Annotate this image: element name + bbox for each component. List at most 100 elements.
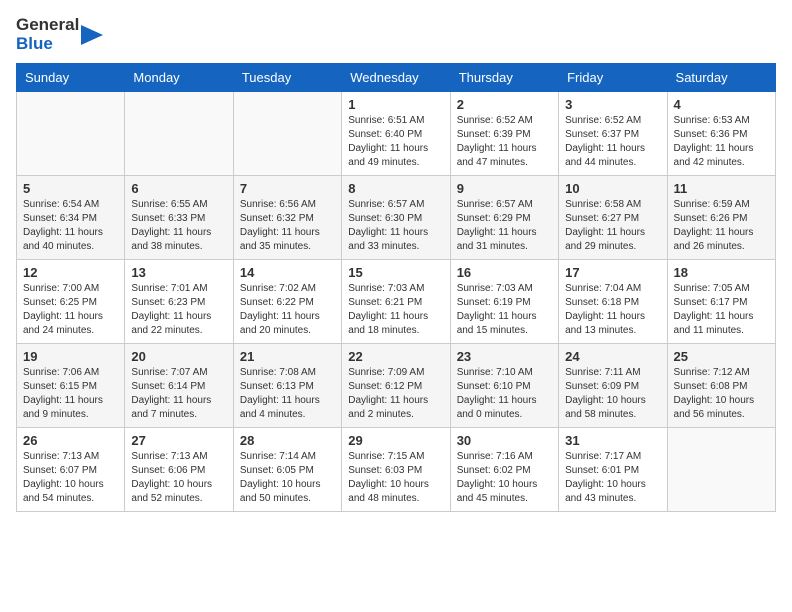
day-number: 26 (23, 433, 118, 448)
calendar-cell: 15Sunrise: 7:03 AM Sunset: 6:21 PM Dayli… (342, 260, 450, 344)
calendar-table: SundayMondayTuesdayWednesdayThursdayFrid… (16, 63, 776, 512)
day-info: Sunrise: 7:13 AM Sunset: 6:07 PM Dayligh… (23, 450, 118, 506)
day-info: Sunrise: 7:11 AM Sunset: 6:09 PM Dayligh… (565, 366, 660, 422)
weekday-header-saturday: Saturday (667, 64, 775, 92)
day-number: 11 (674, 181, 769, 196)
calendar-cell: 11 Sunrise: 6:59 AM Sunset: 6:26 PM Dayli… (667, 176, 775, 260)
calendar-cell: 28Sunrise: 7:14 AM Sunset: 6:05 PM Dayli… (233, 428, 341, 512)
weekday-header-monday: Monday (125, 64, 233, 92)
day-info: Sunrise: 6:58 AM Sunset: 6:27 PM Dayligh… (565, 198, 660, 254)
day-info: Sunrise: 7:14 AM Sunset: 6:05 PM Dayligh… (240, 450, 335, 506)
calendar-cell: 16 Sunrise: 7:03 AM Sunset: 6:19 PM Dayli… (450, 260, 558, 344)
day-number: 18 (674, 265, 769, 280)
weekday-header-friday: Friday (559, 64, 667, 92)
day-info: Sunrise: 6:52 AM Sunset: 6:39 PM Dayligh… (457, 114, 552, 170)
day-info: Sunrise: 7:10 AM Sunset: 6:10 PM Dayligh… (457, 366, 552, 422)
calendar-row: 1Sunrise: 6:51 AM Sunset: 6:40 PM Daylig… (17, 92, 776, 176)
calendar-cell: 12 Sunrise: 7:00 AM Sunset: 6:25 PM Dayli… (17, 260, 125, 344)
day-number: 2 (457, 97, 552, 112)
calendar-cell: 25Sunrise: 7:12 AM Sunset: 6:08 PM Dayli… (667, 344, 775, 428)
day-info: Sunrise: 6:59 AM Sunset: 6:26 PM Dayligh… (674, 198, 769, 254)
day-number: 22 (348, 349, 443, 364)
day-info: Sunrise: 6:57 AM Sunset: 6:29 PM Dayligh… (457, 198, 552, 254)
calendar-cell: 26 Sunrise: 7:13 AM Sunset: 6:07 PM Dayli… (17, 428, 125, 512)
calendar-cell: 9 Sunrise: 6:57 AM Sunset: 6:29 PM Daylig… (450, 176, 558, 260)
day-number: 6 (131, 181, 226, 196)
calendar-cell: 8 Sunrise: 6:57 AM Sunset: 6:30 PM Daylig… (342, 176, 450, 260)
day-number: 14 (240, 265, 335, 280)
day-info: Sunrise: 7:03 AM Sunset: 6:19 PM Dayligh… (457, 282, 552, 338)
calendar-cell: 14 Sunrise: 7:02 AM Sunset: 6:22 PM Dayli… (233, 260, 341, 344)
calendar-cell: 10 Sunrise: 6:58 AM Sunset: 6:27 PM Dayli… (559, 176, 667, 260)
day-info: Sunrise: 7:13 AM Sunset: 6:06 PM Dayligh… (131, 450, 226, 506)
day-info: Sunrise: 6:54 AM Sunset: 6:34 PM Dayligh… (23, 198, 118, 254)
calendar-cell: 31 Sunrise: 7:17 AM Sunset: 6:01 PM Dayli… (559, 428, 667, 512)
day-info: Sunrise: 7:03 AM Sunset: 6:21 PM Dayligh… (348, 282, 443, 338)
day-number: 30 (457, 433, 552, 448)
calendar-row: 26 Sunrise: 7:13 AM Sunset: 6:07 PM Dayli… (17, 428, 776, 512)
calendar-cell: 13 Sunrise: 7:01 AM Sunset: 6:23 PM Dayli… (125, 260, 233, 344)
day-number: 3 (565, 97, 660, 112)
day-info: Sunrise: 6:53 AM Sunset: 6:36 PM Dayligh… (674, 114, 769, 170)
weekday-header-tuesday: Tuesday (233, 64, 341, 92)
day-info: Sunrise: 6:51 AM Sunset: 6:40 PM Dayligh… (348, 114, 443, 170)
calendar-cell (17, 92, 125, 176)
day-info: Sunrise: 7:00 AM Sunset: 6:25 PM Dayligh… (23, 282, 118, 338)
day-info: Sunrise: 6:57 AM Sunset: 6:30 PM Dayligh… (348, 198, 443, 254)
day-number: 19 (23, 349, 118, 364)
calendar-cell: 24 Sunrise: 7:11 AM Sunset: 6:09 PM Dayli… (559, 344, 667, 428)
day-number: 25 (674, 349, 769, 364)
day-number: 4 (674, 97, 769, 112)
day-number: 27 (131, 433, 226, 448)
weekday-header-thursday: Thursday (450, 64, 558, 92)
day-info: Sunrise: 7:08 AM Sunset: 6:13 PM Dayligh… (240, 366, 335, 422)
day-number: 13 (131, 265, 226, 280)
calendar-cell: 18 Sunrise: 7:05 AM Sunset: 6:17 PM Dayli… (667, 260, 775, 344)
day-number: 10 (565, 181, 660, 196)
calendar-cell: 30 Sunrise: 7:16 AM Sunset: 6:02 PM Dayli… (450, 428, 558, 512)
calendar-header-row: SundayMondayTuesdayWednesdayThursdayFrid… (17, 64, 776, 92)
calendar-cell: 21Sunrise: 7:08 AM Sunset: 6:13 PM Dayli… (233, 344, 341, 428)
day-info: Sunrise: 7:04 AM Sunset: 6:18 PM Dayligh… (565, 282, 660, 338)
day-info: Sunrise: 6:56 AM Sunset: 6:32 PM Dayligh… (240, 198, 335, 254)
calendar-cell: 1Sunrise: 6:51 AM Sunset: 6:40 PM Daylig… (342, 92, 450, 176)
day-number: 31 (565, 433, 660, 448)
day-number: 12 (23, 265, 118, 280)
day-info: Sunrise: 7:02 AM Sunset: 6:22 PM Dayligh… (240, 282, 335, 338)
day-info: Sunrise: 7:01 AM Sunset: 6:23 PM Dayligh… (131, 282, 226, 338)
calendar-row: 12 Sunrise: 7:00 AM Sunset: 6:25 PM Dayli… (17, 260, 776, 344)
logo-blue-text: Blue (16, 35, 79, 54)
calendar-cell: 5Sunrise: 6:54 AM Sunset: 6:34 PM Daylig… (17, 176, 125, 260)
day-info: Sunrise: 7:09 AM Sunset: 6:12 PM Dayligh… (348, 366, 443, 422)
calendar-cell: 20Sunrise: 7:07 AM Sunset: 6:14 PM Dayli… (125, 344, 233, 428)
calendar-cell (233, 92, 341, 176)
day-number: 7 (240, 181, 335, 196)
day-info: Sunrise: 7:05 AM Sunset: 6:17 PM Dayligh… (674, 282, 769, 338)
day-info: Sunrise: 7:15 AM Sunset: 6:03 PM Dayligh… (348, 450, 443, 506)
logo-general-text: General (16, 16, 79, 35)
day-number: 8 (348, 181, 443, 196)
day-number: 16 (457, 265, 552, 280)
calendar-cell: 29 Sunrise: 7:15 AM Sunset: 6:03 PM Dayli… (342, 428, 450, 512)
day-info: Sunrise: 7:07 AM Sunset: 6:14 PM Dayligh… (131, 366, 226, 422)
day-info: Sunrise: 6:55 AM Sunset: 6:33 PM Dayligh… (131, 198, 226, 254)
calendar-cell: 27 Sunrise: 7:13 AM Sunset: 6:06 PM Dayli… (125, 428, 233, 512)
calendar-cell: 2 Sunrise: 6:52 AM Sunset: 6:39 PM Daylig… (450, 92, 558, 176)
day-number: 29 (348, 433, 443, 448)
calendar-cell: 17Sunrise: 7:04 AM Sunset: 6:18 PM Dayli… (559, 260, 667, 344)
day-number: 24 (565, 349, 660, 364)
day-number: 23 (457, 349, 552, 364)
calendar-cell (125, 92, 233, 176)
day-info: Sunrise: 7:16 AM Sunset: 6:02 PM Dayligh… (457, 450, 552, 506)
day-info: Sunrise: 7:17 AM Sunset: 6:01 PM Dayligh… (565, 450, 660, 506)
day-number: 9 (457, 181, 552, 196)
weekday-header-sunday: Sunday (17, 64, 125, 92)
calendar-cell: 4 Sunrise: 6:53 AM Sunset: 6:36 PM Daylig… (667, 92, 775, 176)
logo: General Blue (16, 16, 103, 53)
weekday-header-wednesday: Wednesday (342, 64, 450, 92)
calendar-cell: 6 Sunrise: 6:55 AM Sunset: 6:33 PM Daylig… (125, 176, 233, 260)
calendar-row: 5Sunrise: 6:54 AM Sunset: 6:34 PM Daylig… (17, 176, 776, 260)
calendar-cell: 3Sunrise: 6:52 AM Sunset: 6:37 PM Daylig… (559, 92, 667, 176)
calendar-cell: 22 Sunrise: 7:09 AM Sunset: 6:12 PM Dayli… (342, 344, 450, 428)
page-header: General Blue (16, 16, 776, 53)
